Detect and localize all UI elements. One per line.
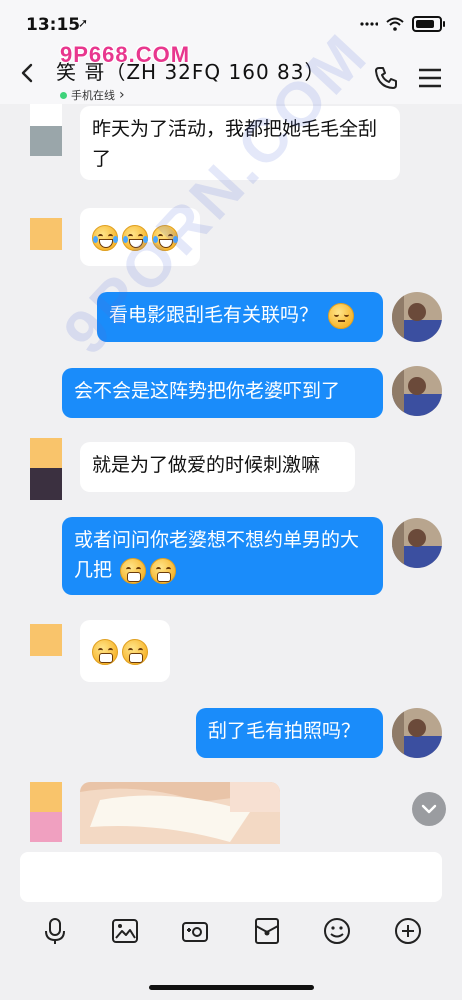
grinning-teeth-icon: [92, 638, 118, 665]
message-bubble-incoming[interactable]: [80, 620, 170, 682]
status-time: 13:15: [26, 15, 81, 35]
chevron-right-icon: ›: [119, 87, 125, 103]
my-avatar[interactable]: [392, 366, 442, 416]
photo-thumbnail: [80, 782, 280, 844]
avatar-photo: [392, 366, 442, 416]
avatar-block: [30, 438, 62, 468]
avatar-block: [30, 812, 62, 842]
scroll-to-bottom-button[interactable]: [412, 792, 446, 826]
status-bar: 13:15 ➚: [0, 0, 462, 44]
signal-icon: [360, 22, 378, 26]
message-input[interactable]: [20, 852, 442, 902]
avatar-photo: [392, 708, 442, 758]
message-text: 看电影跟刮毛有关联吗？: [109, 304, 319, 326]
message-bubble-incoming[interactable]: 就是为了做爱的时候刺激嘛: [80, 442, 355, 492]
avatar-photo: [392, 292, 442, 342]
status-indicators: [360, 16, 445, 32]
contact-avatar[interactable]: [30, 438, 62, 500]
online-status[interactable]: 手机在线 ›: [60, 87, 125, 103]
message-bubble-incoming[interactable]: 昨天为了活动，我都把她毛毛全刮了: [80, 106, 400, 180]
contact-avatar[interactable]: [30, 624, 62, 656]
avatar-block: [30, 126, 62, 156]
tears-of-joy-icon: [122, 224, 148, 251]
message-bubble-outgoing[interactable]: 会不会是这阵势把你老婆吓到了: [62, 368, 383, 418]
message-image[interactable]: [80, 782, 280, 844]
menu-icon[interactable]: [416, 64, 444, 92]
my-avatar[interactable]: [392, 708, 442, 758]
microphone-icon[interactable]: [40, 916, 70, 946]
tears-of-joy-icon: [92, 224, 118, 251]
camera-icon[interactable]: [180, 916, 210, 946]
message-text: 会不会是这阵势把你老婆吓到了: [74, 380, 341, 402]
image-icon[interactable]: [110, 916, 140, 946]
avatar-block: [30, 104, 62, 126]
battery-level: [416, 20, 434, 28]
avatar-block: [30, 782, 62, 812]
plus-icon[interactable]: [393, 916, 423, 946]
back-arrow-icon[interactable]: [14, 58, 42, 88]
phone-icon[interactable]: [372, 64, 400, 92]
watermark-text: 9P668.COM: [60, 42, 191, 67]
message-text: 刮了毛有拍照吗？: [208, 720, 361, 742]
home-indicator[interactable]: [149, 985, 314, 990]
chevron-down-icon: [421, 804, 437, 814]
location-arrow-icon: ➚: [78, 16, 89, 30]
chat-messages[interactable]: 昨天为了活动，我都把她毛毛全刮了 看电影跟刮毛有关联吗？ 会不会是这阵势把你老婆…: [0, 104, 462, 844]
input-bar: [0, 844, 462, 1000]
my-avatar[interactable]: [392, 518, 442, 568]
message-bubble-incoming[interactable]: [80, 208, 200, 266]
online-dot: [60, 91, 67, 99]
message-text: 就是为了做爱的时候刺激嘛: [92, 454, 321, 476]
message-text: 或者问问你老婆想不想约单男的大几把: [74, 529, 360, 581]
emoji-icon[interactable]: [322, 916, 352, 946]
avatar-block: [30, 468, 62, 500]
grinning-teeth-icon: [122, 638, 148, 665]
grinning-teeth-icon: [120, 557, 147, 584]
sleepy-face-icon: [328, 302, 355, 329]
red-packet-icon[interactable]: [252, 916, 282, 946]
contact-avatar[interactable]: [30, 782, 62, 842]
battery-icon: [412, 16, 445, 32]
my-avatar[interactable]: [392, 292, 442, 342]
tears-of-joy-icon: [152, 224, 178, 251]
message-bubble-outgoing[interactable]: 看电影跟刮毛有关联吗？: [97, 292, 383, 342]
online-status-label: 手机在线: [71, 89, 115, 102]
wifi-icon: [386, 17, 404, 31]
contact-avatar[interactable]: [30, 218, 62, 250]
message-bubble-outgoing[interactable]: 刮了毛有拍照吗？: [196, 708, 383, 758]
message-text: 昨天为了活动，我都把她毛毛全刮了: [92, 118, 378, 170]
message-bubble-outgoing[interactable]: 或者问问你老婆想不想约单男的大几把: [62, 517, 383, 595]
contact-avatar[interactable]: [30, 104, 62, 156]
grinning-teeth-icon: [150, 557, 177, 584]
avatar-photo: [392, 518, 442, 568]
